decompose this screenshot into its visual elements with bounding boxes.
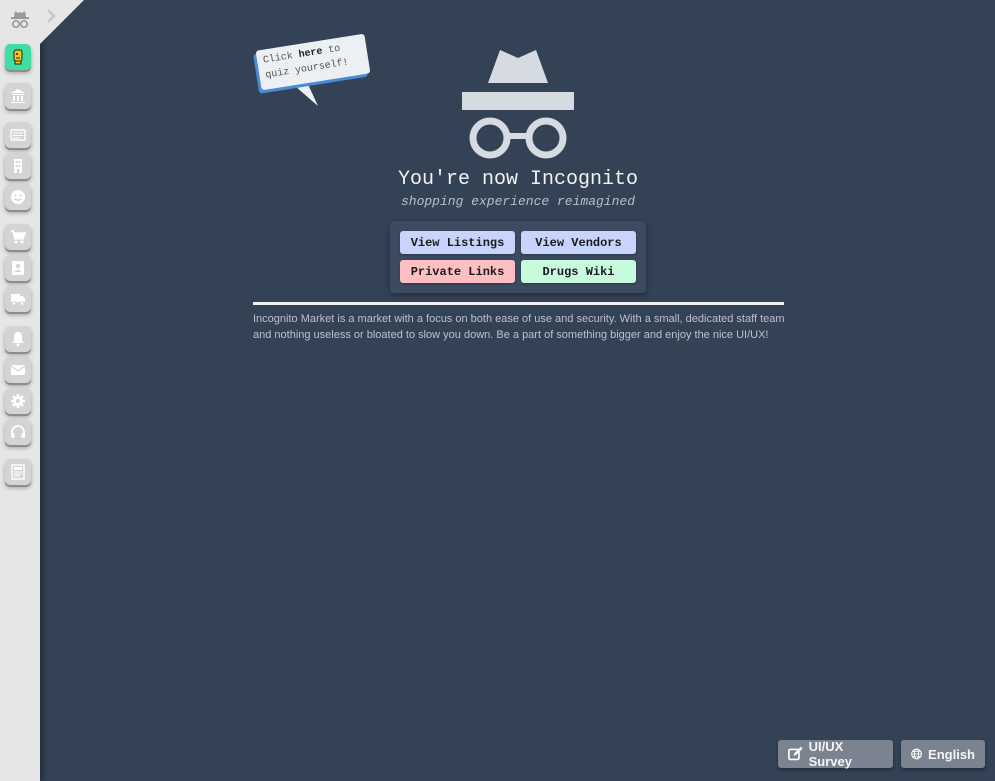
headset-icon xyxy=(11,425,25,438)
view-listings-button[interactable]: View Listings xyxy=(400,231,515,254)
quiz-speech-bubble[interactable]: Click here to quiz yourself! xyxy=(255,32,386,112)
language-button[interactable]: English xyxy=(901,740,985,768)
contacts-icon xyxy=(12,261,24,275)
envelope-icon xyxy=(10,365,26,375)
smiley-icon xyxy=(11,190,25,204)
ui-ux-survey-button[interactable]: UI/UX Survey xyxy=(778,739,893,769)
sidebar-item-bank[interactable] xyxy=(5,83,31,109)
survey-label: UI/UX Survey xyxy=(808,739,852,769)
sidebar-item-cart[interactable] xyxy=(5,224,31,250)
edit-icon xyxy=(788,746,803,761)
sidebar-item-support[interactable] xyxy=(5,419,31,445)
sidebar xyxy=(0,0,40,781)
cart-icon xyxy=(11,230,26,244)
document-icon xyxy=(11,464,25,480)
bank-icon xyxy=(11,89,25,103)
sidebar-item-settings[interactable] xyxy=(5,388,31,414)
divider xyxy=(253,302,784,305)
view-vendors-button[interactable]: View Vendors xyxy=(521,231,636,254)
sidebar-item-contacts[interactable] xyxy=(5,255,31,281)
page-title: You're now Incognito xyxy=(397,168,639,191)
sidebar-item-shipping[interactable] xyxy=(5,286,31,312)
quiz-bubble-text[interactable]: Click here to quiz yourself! xyxy=(255,33,371,91)
listings-icon xyxy=(10,129,26,141)
sidebar-item-profile[interactable] xyxy=(5,184,31,210)
market-description: Incognito Market is a market with a focu… xyxy=(253,313,785,341)
quiz-bubble-text-a: Click xyxy=(262,50,300,67)
avatar-icon xyxy=(13,49,23,65)
sidebar-item-notifications[interactable] xyxy=(5,326,31,352)
incognito-logo-icon[interactable] xyxy=(9,9,31,29)
drugs-wiki-button[interactable]: Drugs Wiki xyxy=(521,260,636,283)
nav-button-panel: View Listings View Vendors Private Links… xyxy=(390,221,646,293)
sidebar-item-listings[interactable] xyxy=(5,122,31,148)
quiz-bubble-text-b: to xyxy=(321,43,342,58)
sidebar-item-vendors[interactable] xyxy=(5,153,31,179)
incognito-hero-icon xyxy=(462,50,574,159)
truck-icon xyxy=(11,294,25,306)
page-subtitle: shopping experience reimagined xyxy=(400,194,636,209)
private-links-button[interactable]: Private Links xyxy=(400,260,515,283)
building-icon xyxy=(14,159,22,173)
bell-icon xyxy=(12,332,24,347)
avatar[interactable] xyxy=(5,44,31,70)
gear-icon xyxy=(11,394,25,408)
language-label: English xyxy=(928,746,975,762)
globe-icon xyxy=(911,748,922,760)
chevron-right-icon[interactable] xyxy=(44,7,58,25)
sidebar-item-news[interactable] xyxy=(5,459,31,485)
sidebar-item-messages[interactable] xyxy=(5,357,31,383)
quiz-link-here[interactable]: here xyxy=(298,46,323,61)
